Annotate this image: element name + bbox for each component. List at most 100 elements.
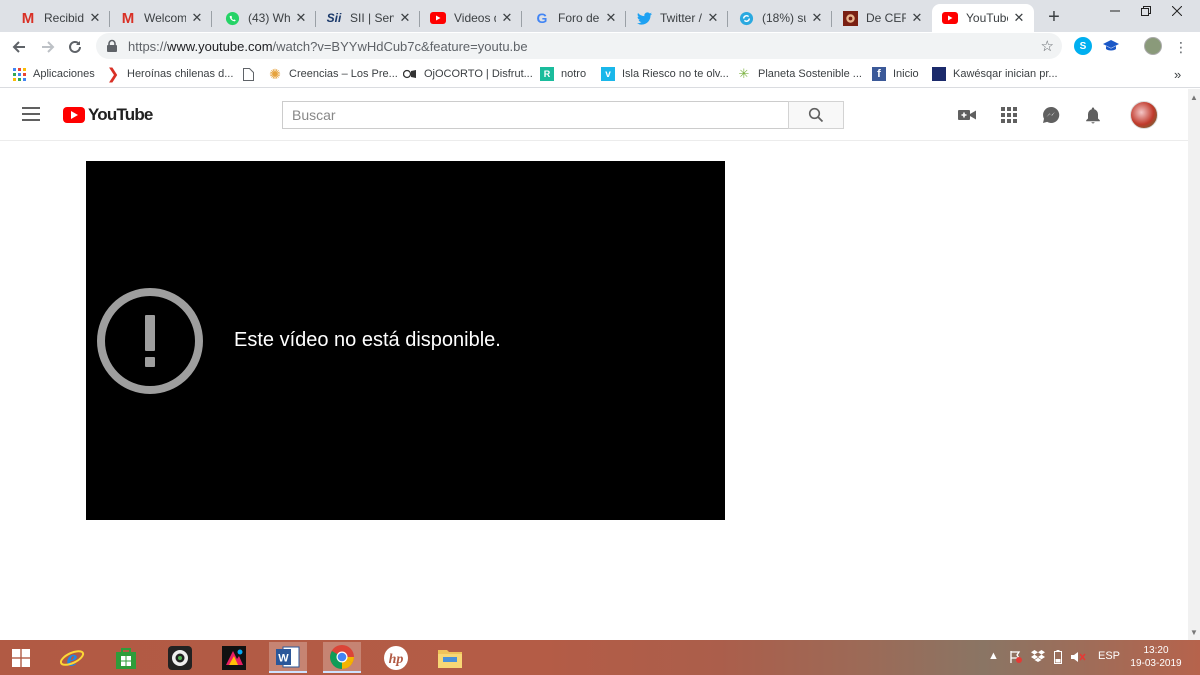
minimize-button[interactable] [1100, 0, 1130, 22]
taskbar-media-app[interactable] [215, 642, 253, 673]
search-input[interactable]: Buscar [282, 101, 789, 129]
bookmark-item[interactable]: OjOCORTO | Disfrut... [403, 66, 533, 82]
close-icon[interactable]: ✕ [294, 10, 308, 26]
apps-grid-icon[interactable] [999, 105, 1019, 125]
windows-start-button[interactable] [2, 642, 40, 673]
bookmark-label: Kawésqar inician pr... [953, 68, 1058, 80]
bookmark-item[interactable]: Aplicaciones [12, 66, 95, 82]
skype-icon[interactable]: S [1074, 37, 1092, 55]
restore-button[interactable] [1131, 0, 1161, 22]
bookmark-star-icon[interactable]: ☆ [1041, 37, 1054, 55]
bookmark-item[interactable]: v Isla Riesco no te olv... [601, 66, 729, 82]
address-bar[interactable]: https://www.youtube.com/watch?v=BYYwHdCu… [96, 33, 1062, 59]
graduation-cap-icon[interactable] [1102, 37, 1120, 55]
tray-volume-muted-icon[interactable] [1070, 650, 1086, 667]
bookmark-item[interactable]: ✺ Creencias – Los Pre... [268, 66, 398, 82]
tray-overflow-chevron-icon[interactable]: ▲ [988, 650, 999, 662]
svg-text:e: e [67, 646, 78, 671]
folder-icon [438, 649, 462, 668]
webcam-icon [168, 645, 192, 670]
scroll-up-icon[interactable]: ▲ [1190, 93, 1198, 102]
bookmark-item[interactable]: Kawésqar inician pr... [932, 66, 1058, 82]
search-placeholder: Buscar [292, 107, 336, 123]
bookmark-item[interactable]: ❯ Heroínas chilenas d... [106, 66, 234, 83]
word-icon: W [276, 646, 300, 667]
tray-flag-icon[interactable] [1009, 650, 1023, 667]
bookmark-item[interactable]: ✳ Planeta Sostenible ... [737, 66, 862, 82]
bookmarks-overflow-button[interactable]: » [1174, 66, 1181, 82]
bookmark-label: Heroínas chilenas d... [127, 68, 234, 80]
back-button[interactable] [8, 36, 30, 58]
new-tab-button[interactable]: + [1044, 6, 1064, 29]
scroll-down-icon[interactable]: ▼ [1190, 628, 1198, 637]
taskbar-clock[interactable]: 13:20 19-03-2019 [1128, 644, 1184, 670]
bookmarks-bar: Aplicaciones ❯ Heroínas chilenas d... ✺ … [0, 60, 1200, 88]
taskbar-internet-explorer[interactable]: e [53, 642, 91, 673]
close-icon[interactable]: ✕ [190, 10, 204, 26]
close-icon[interactable]: ✕ [1012, 10, 1026, 26]
refresh-icon [738, 10, 754, 26]
profile-avatar-icon[interactable] [1144, 37, 1162, 55]
browser-tab[interactable]: (18%) sub ✕ [728, 4, 832, 32]
bookmark-label: Inicio [893, 68, 919, 80]
bookmark-item[interactable] [241, 66, 262, 82]
close-icon[interactable]: ✕ [910, 10, 924, 26]
browser-tab[interactable]: Videos de ✕ [420, 4, 522, 32]
menu-kebab-icon[interactable]: ⋮ [1170, 36, 1192, 58]
language-indicator[interactable]: ESP [1098, 650, 1120, 662]
bookmark-item[interactable]: R notro [540, 66, 586, 82]
restore-icon [1141, 6, 1151, 16]
avatar[interactable] [1130, 101, 1158, 129]
forward-button[interactable] [37, 36, 59, 58]
browser-tab[interactable]: De CERO ✕ [832, 4, 932, 32]
browser-tab[interactable]: M Welcome ✕ [110, 4, 212, 32]
taskbar-file-explorer[interactable] [431, 642, 469, 673]
chevron-bookmark-icon: ❯ [106, 66, 120, 83]
sparkle-icon: ✳ [738, 66, 750, 81]
browser-tab[interactable]: G Foro de la ✕ [524, 4, 626, 32]
url-prefix: https:// [128, 38, 168, 54]
create-video-icon[interactable] [957, 105, 977, 125]
taskbar-word[interactable]: W [269, 642, 307, 673]
notifications-bell-icon[interactable] [1083, 105, 1103, 125]
google-icon: G [536, 10, 548, 26]
bookmark-label: Planeta Sostenible ... [758, 68, 862, 80]
browser-tab[interactable]: Twitter / N ✕ [626, 4, 728, 32]
close-icon[interactable]: ✕ [810, 10, 824, 26]
search-icon [808, 107, 824, 123]
internet-explorer-icon: e [59, 646, 85, 671]
tray-battery-icon[interactable] [1054, 650, 1062, 667]
taskbar-camera-app[interactable] [161, 642, 199, 673]
url-text: https://www.youtube.com/watch?v=BYYwHdCu… [128, 39, 528, 54]
browser-tab[interactable]: M Recibidos ✕ [10, 4, 110, 32]
lock-icon [107, 39, 117, 52]
taskbar-hp[interactable]: hp [377, 642, 415, 673]
close-icon[interactable]: ✕ [706, 10, 720, 26]
minimize-icon [1110, 10, 1120, 12]
hp-logo-icon: hp [384, 645, 408, 670]
close-icon[interactable]: ✕ [398, 10, 412, 26]
tray-dropbox-icon[interactable] [1031, 650, 1045, 665]
gmail-icon: M [21, 9, 35, 27]
hamburger-menu-icon[interactable] [22, 107, 40, 121]
browser-tab[interactable]: Sii SII | Servic ✕ [316, 4, 420, 32]
messages-icon[interactable] [1041, 105, 1061, 125]
arrow-left-icon [12, 41, 25, 53]
vertical-scrollbar[interactable]: ▲ ▼ [1188, 89, 1200, 640]
close-window-button[interactable] [1162, 0, 1192, 22]
search-button[interactable] [788, 101, 844, 129]
close-icon[interactable]: ✕ [88, 10, 102, 26]
reload-button[interactable] [64, 36, 86, 58]
browser-tab[interactable]: (43) What ✕ [214, 4, 316, 32]
url-host: www.youtube.com [167, 38, 273, 54]
youtube-logo[interactable]: YouTube [63, 105, 153, 125]
browser-tab-active[interactable]: YouTube ✕ [932, 4, 1034, 32]
bookmark-item[interactable]: f Inicio [872, 66, 919, 82]
video-player[interactable]: Este vídeo no está disponible. [86, 161, 725, 520]
arrow-right-icon [42, 41, 55, 53]
apps-grid-icon [12, 67, 26, 81]
taskbar-store[interactable] [107, 642, 145, 673]
taskbar-chrome[interactable] [323, 642, 361, 673]
close-icon[interactable]: ✕ [500, 10, 514, 26]
close-icon[interactable]: ✕ [604, 10, 618, 26]
